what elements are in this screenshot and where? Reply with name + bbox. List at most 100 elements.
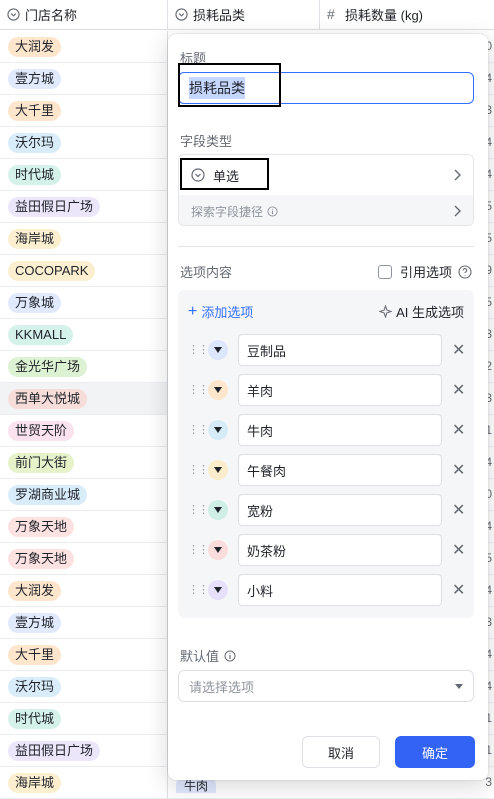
table-row[interactable]: 益田假日广场 — [0, 191, 168, 223]
drag-handle-icon[interactable]: ⋮⋮ — [188, 425, 209, 436]
table-row[interactable]: 海岸城 — [0, 767, 168, 799]
delete-option-icon[interactable]: ✕ — [452, 540, 465, 560]
table-row[interactable]: 金光华广场 — [0, 351, 168, 383]
option-color-picker[interactable] — [208, 380, 228, 400]
table-row[interactable]: 壹方城 — [0, 607, 168, 639]
table-row[interactable]: 益田假日广场 — [0, 735, 168, 767]
option-input[interactable]: 羊肉 — [238, 374, 442, 406]
option-input[interactable]: 牛肉 — [238, 414, 442, 446]
table-row[interactable]: 前门大街 — [0, 447, 168, 479]
option-color-picker[interactable] — [208, 420, 228, 440]
caret-down-icon — [214, 427, 222, 433]
table-row[interactable]: 大润发 — [0, 31, 168, 63]
table-row[interactable]: 万象天地 — [0, 511, 168, 543]
table-row[interactable]: 沃尔玛 — [0, 671, 168, 703]
option-color-picker[interactable] — [208, 340, 228, 360]
dropdown-arrow-icon — [455, 684, 463, 689]
drag-handle-icon[interactable]: ⋮⋮ — [188, 345, 209, 356]
default-value-placeholder: 请选择选项 — [189, 679, 255, 695]
highlight-box — [178, 63, 281, 107]
table-row[interactable]: 大千里 — [0, 95, 168, 127]
table-row[interactable]: 时代城 — [0, 703, 168, 735]
option-input[interactable]: 豆制品 — [238, 334, 442, 366]
options-box: + 添加选项 AI 生成选项 ⋮⋮ 豆制品 ✕ ⋮⋮ 羊肉 ✕ ⋮⋮ 牛肉 ✕ ⋮⋮ 午餐肉 ✕ ⋮⋮ 宽… — [178, 290, 474, 618]
table-row[interactable]: 大千里 — [0, 639, 168, 671]
store-tag: 壹方城 — [8, 612, 62, 633]
delete-option-icon[interactable]: ✕ — [452, 380, 465, 400]
store-tag: 罗湖商业城 — [8, 484, 88, 505]
table-row[interactable]: 大润发 — [0, 575, 168, 607]
option-input[interactable]: 小料 — [238, 574, 442, 606]
field-edit-panel: 标题 损耗品类 字段类型 单选 探索字段捷径 选项内容 引用选项 + 添加选项 — [168, 34, 488, 780]
column-header-store[interactable]: 门店名称 — [0, 0, 168, 30]
drag-handle-icon[interactable]: ⋮⋮ — [188, 385, 209, 396]
table-row[interactable]: COCOPARK — [0, 255, 168, 287]
option-color-picker[interactable] — [208, 460, 228, 480]
store-tag: 大千里 — [8, 644, 62, 665]
column-header-label: 门店名称 — [25, 8, 78, 23]
delete-option-icon[interactable]: ✕ — [452, 340, 465, 360]
drag-handle-icon[interactable]: ⋮⋮ — [188, 545, 209, 556]
table-row[interactable]: 海岸城 — [0, 223, 168, 255]
reference-options-toggle[interactable]: 引用选项 — [377, 262, 472, 281]
option-row: ⋮⋮ 宽粉 ✕ — [188, 494, 468, 526]
chevron-right-icon — [454, 205, 461, 217]
delete-option-icon[interactable]: ✕ — [452, 420, 465, 440]
delete-option-icon[interactable]: ✕ — [452, 500, 465, 520]
confirm-button[interactable]: 确定 — [395, 736, 475, 768]
drag-handle-icon[interactable]: ⋮⋮ — [188, 505, 209, 516]
drag-handle-icon[interactable]: ⋮⋮ — [188, 585, 209, 596]
delete-option-icon[interactable]: ✕ — [452, 460, 465, 480]
table-row[interactable]: 世贸天阶 — [0, 415, 168, 447]
option-input[interactable]: 午餐肉 — [238, 454, 442, 486]
option-value: 宽粉 — [247, 503, 274, 519]
column-header-quantity[interactable]: # 损耗数量 (kg) — [320, 0, 494, 30]
ai-generate-label: AI 生成选项 — [396, 305, 464, 320]
store-tag: 沃尔玛 — [8, 676, 62, 697]
option-input[interactable]: 奶茶粉 — [238, 534, 442, 566]
default-value-select[interactable]: 请选择选项 — [178, 670, 474, 702]
cancel-button[interactable]: 取消 — [302, 736, 380, 768]
store-tag: 海岸城 — [8, 772, 62, 793]
store-tag: 大润发 — [8, 36, 62, 57]
reference-checkbox[interactable] — [377, 264, 392, 279]
option-value: 牛肉 — [247, 423, 274, 439]
table-row[interactable]: 西单大悦城 — [0, 383, 168, 415]
store-tag: 益田假日广场 — [8, 740, 101, 761]
option-color-picker[interactable] — [208, 540, 228, 560]
store-tag: COCOPARK — [8, 260, 96, 281]
store-tag: 时代城 — [8, 164, 62, 185]
caret-down-icon — [214, 507, 222, 513]
field-shortcut-link[interactable]: 探索字段捷径 — [179, 195, 473, 225]
option-color-picker[interactable] — [208, 580, 228, 600]
table-row[interactable]: 沃尔玛 — [0, 127, 168, 159]
column-header-label: 损耗品类 — [193, 8, 246, 23]
option-color-picker[interactable] — [208, 500, 228, 520]
table-row[interactable]: 罗湖商业城 — [0, 479, 168, 511]
sparkle-icon — [379, 305, 393, 318]
table-row[interactable]: KKMALL — [0, 319, 168, 351]
option-input[interactable]: 宽粉 — [238, 494, 442, 526]
store-tag: KKMALL — [8, 324, 74, 345]
ai-generate-button[interactable]: AI 生成选项 — [379, 302, 464, 321]
table-row[interactable]: 万象天地 — [0, 543, 168, 575]
store-tag: 前门大街 — [8, 452, 75, 473]
drag-handle-icon[interactable]: ⋮⋮ — [188, 465, 209, 476]
reference-label: 引用选项 — [399, 265, 452, 280]
table-row[interactable]: 时代城 — [0, 159, 168, 191]
store-tag: 大润发 — [8, 580, 62, 601]
store-tag: 海岸城 — [8, 228, 62, 249]
column-header-category[interactable]: 损耗品类 — [168, 0, 320, 30]
option-value: 奶茶粉 — [247, 543, 287, 559]
add-option-button[interactable]: + 添加选项 — [188, 302, 253, 321]
store-tag: 万象天地 — [8, 548, 75, 569]
option-value: 豆制品 — [247, 343, 287, 359]
chevron-right-icon — [454, 169, 461, 181]
plus-icon: + — [188, 302, 198, 320]
add-option-label: 添加选项 — [201, 305, 254, 320]
table-row[interactable]: 壹方城 — [0, 63, 168, 95]
delete-option-icon[interactable]: ✕ — [452, 580, 465, 600]
single-select-icon — [7, 8, 20, 21]
store-tag: 沃尔玛 — [8, 132, 62, 153]
table-row[interactable]: 万象城 — [0, 287, 168, 319]
